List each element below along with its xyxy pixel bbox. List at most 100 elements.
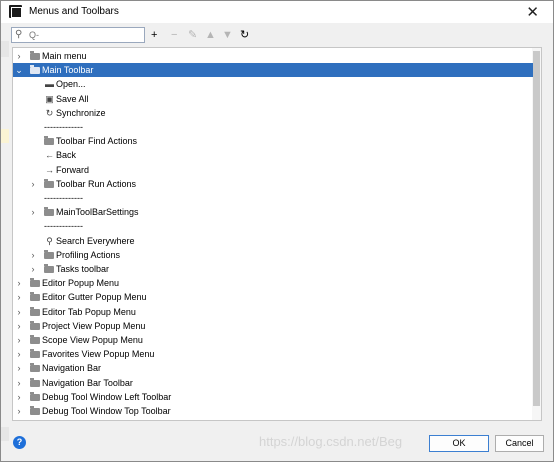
tree-item-label: Forward bbox=[56, 164, 90, 175]
tree-row[interactable]: › Editor Popup Menu bbox=[13, 276, 533, 290]
tree-row[interactable]: › Navigation Bar Toolbar bbox=[13, 376, 533, 390]
add-button[interactable]: + bbox=[151, 28, 157, 42]
chevron-right-icon[interactable]: › bbox=[14, 276, 24, 290]
chevron-down-icon[interactable]: ⌄ bbox=[14, 63, 24, 77]
tree-row[interactable]: ↻ Synchronize bbox=[13, 106, 533, 120]
separator-label: ------------- bbox=[44, 122, 83, 132]
chevron-right-icon[interactable]: › bbox=[14, 49, 24, 63]
title-bar: Menus and Toolbars ✕ bbox=[1, 1, 553, 23]
background-window-edge bbox=[1, 129, 9, 143]
close-icon[interactable]: ✕ bbox=[526, 3, 539, 21]
folder-icon bbox=[30, 391, 40, 401]
tree-row[interactable]: › Main menu bbox=[13, 49, 533, 63]
tree-row[interactable]: ⌄ Main Toolbar bbox=[13, 63, 533, 78]
remove-button[interactable]: − bbox=[171, 28, 177, 42]
tree-row[interactable]: Toolbar Find Actions bbox=[13, 134, 533, 148]
tree-row[interactable]: › Editor Tab Popup Menu bbox=[13, 305, 533, 319]
tree-item-label: Navigation Bar Toolbar bbox=[42, 377, 133, 388]
move-up-button[interactable]: ▲ bbox=[205, 28, 216, 42]
tree-item-label: Project View Popup Menu bbox=[42, 320, 146, 331]
chevron-right-icon[interactable]: › bbox=[14, 347, 24, 361]
tree-item-label: Main Toolbar bbox=[42, 65, 94, 76]
tree-item-label: Favorites View Popup Menu bbox=[42, 349, 155, 360]
help-icon[interactable]: ? bbox=[13, 436, 26, 449]
tree-item-label: Scope View Popup Menu bbox=[42, 335, 143, 345]
tree-item-label: Profiling Actions bbox=[56, 249, 121, 260]
folder-open-icon: ▬ bbox=[45, 79, 54, 90]
separator-label: ------------- bbox=[44, 193, 83, 203]
ok-button[interactable]: OK bbox=[429, 435, 489, 452]
tree-item-label: Navigation Bar bbox=[42, 363, 102, 374]
tree-row[interactable]: ▣ Save All bbox=[13, 92, 533, 106]
tree-row[interactable]: › Profiling Actions bbox=[13, 248, 533, 262]
folder-icon bbox=[44, 264, 54, 273]
folder-icon bbox=[30, 320, 40, 330]
tree-row[interactable]: › Editor Gutter Popup Menu bbox=[13, 290, 533, 304]
tree-row[interactable]: › MainToolBarSettings bbox=[13, 205, 533, 219]
chevron-right-icon[interactable]: › bbox=[14, 376, 24, 390]
edit-button[interactable]: ✎ bbox=[188, 28, 197, 42]
chevron-right-icon[interactable]: › bbox=[14, 290, 24, 304]
tree-item-label: Back bbox=[56, 150, 77, 161]
cancel-button[interactable]: Cancel bbox=[495, 435, 544, 452]
tree-row[interactable]: › Debug Tool Window Top Toolbar bbox=[13, 404, 533, 418]
folder-icon bbox=[30, 51, 40, 60]
dialog-title: Menus and Toolbars bbox=[29, 6, 119, 17]
folder-icon bbox=[44, 178, 54, 188]
folder-icon bbox=[30, 292, 40, 302]
search-icon: ⚲ bbox=[46, 235, 53, 246]
chevron-right-icon[interactable]: › bbox=[28, 262, 38, 276]
separator-label: ------------- bbox=[44, 221, 83, 232]
tree-row[interactable]: → Forward bbox=[13, 163, 533, 177]
folder-icon bbox=[30, 335, 40, 344]
folder-icon bbox=[44, 207, 54, 217]
tree-row[interactable]: › Project View Popup Menu bbox=[13, 319, 533, 333]
tree-item-label: Main menu bbox=[42, 51, 87, 61]
separator-row: ------------- bbox=[13, 219, 533, 233]
back-arrow-icon: ← bbox=[45, 150, 54, 161]
tree-item-label: Editor Tab Popup Menu bbox=[42, 306, 136, 317]
tree-item-label: Debug Tool Window Top Toolbar bbox=[42, 406, 171, 416]
forward-arrow-icon: → bbox=[45, 164, 54, 175]
tree-row[interactable]: › Scope View Popup Menu bbox=[13, 333, 533, 347]
folder-icon bbox=[44, 249, 54, 259]
search-field[interactable]: ⚲ bbox=[11, 27, 145, 43]
tree-row[interactable]: › Favorites View Popup Menu bbox=[13, 347, 533, 361]
vertical-scrollbar[interactable] bbox=[532, 48, 541, 420]
folder-icon bbox=[30, 349, 40, 359]
separator-row: ------------- bbox=[13, 120, 533, 134]
tree-item-label: Open... bbox=[56, 79, 86, 90]
tree-row[interactable]: › Toolbar Run Actions bbox=[13, 177, 533, 191]
chevron-right-icon[interactable]: › bbox=[28, 205, 38, 219]
menus-and-toolbars-dialog: Menus and Toolbars ✕ ⚲ +−✎ ▲ ▼ ↻ › Main menu… bbox=[0, 0, 554, 462]
separator-row: ------------- bbox=[13, 191, 533, 205]
chevron-right-icon[interactable]: › bbox=[28, 177, 38, 191]
save-icon: ▣ bbox=[45, 93, 54, 104]
move-down-button[interactable]: ▼ bbox=[222, 28, 233, 42]
chevron-right-icon[interactable]: › bbox=[14, 404, 24, 418]
chevron-right-icon[interactable]: › bbox=[14, 305, 24, 319]
tree-row[interactable]: › Navigation Bar bbox=[13, 361, 533, 375]
folder-icon bbox=[30, 363, 40, 373]
folder-icon bbox=[44, 136, 54, 146]
folder-icon bbox=[30, 406, 40, 415]
folder-icon bbox=[30, 306, 40, 316]
folder-icon bbox=[30, 377, 40, 387]
tree-row[interactable]: ⚲ Search Everywhere bbox=[13, 234, 533, 248]
tree-row[interactable]: › Debug Tool Window Left Toolbar bbox=[13, 390, 533, 404]
tree-row[interactable]: › Tasks toolbar bbox=[13, 262, 533, 276]
menus-tree[interactable]: › Main menu ⌄ Main Toolbar ▬ Open... ▣ Save All… bbox=[12, 47, 542, 421]
restore-button[interactable]: ↻ bbox=[240, 28, 249, 42]
tree-item-label: Search Everywhere bbox=[56, 235, 135, 246]
tree-item-label: Editor Popup Menu bbox=[42, 278, 120, 289]
scrollbar-thumb[interactable] bbox=[533, 51, 540, 406]
tree-row[interactable]: ▬ Open... bbox=[13, 77, 533, 91]
chevron-right-icon[interactable]: › bbox=[14, 333, 24, 347]
tree-item-label: Synchronize bbox=[56, 107, 106, 118]
chevron-right-icon[interactable]: › bbox=[14, 319, 24, 333]
chevron-right-icon[interactable]: › bbox=[28, 248, 38, 262]
chevron-right-icon[interactable]: › bbox=[14, 390, 24, 404]
tree-row[interactable]: ← Back bbox=[13, 148, 533, 162]
chevron-right-icon[interactable]: › bbox=[14, 361, 24, 375]
search-input[interactable] bbox=[29, 29, 141, 41]
